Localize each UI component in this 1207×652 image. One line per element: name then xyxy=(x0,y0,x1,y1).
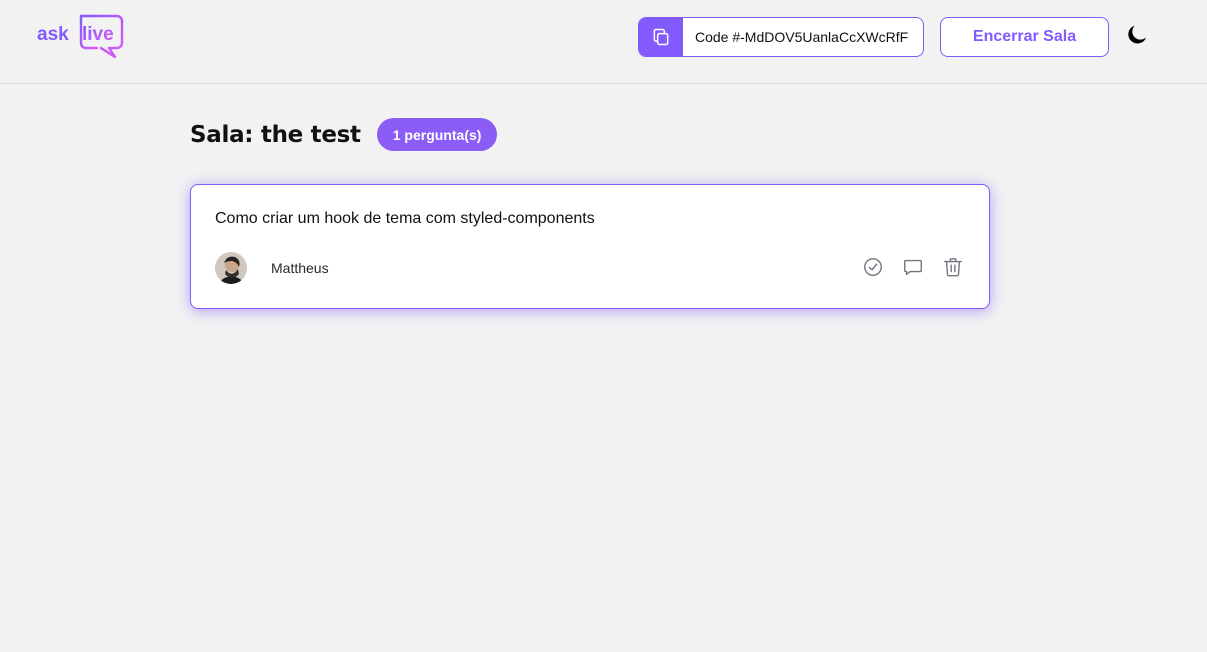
logo-graphic: ask live xyxy=(37,14,124,59)
close-room-button[interactable]: Encerrar Sala xyxy=(940,17,1109,57)
theme-toggle[interactable] xyxy=(1124,22,1150,48)
question-author: Mattheus xyxy=(215,252,329,284)
room-title: Sala: the test xyxy=(190,121,361,148)
ask-live-logo[interactable]: ask live xyxy=(37,13,127,61)
question-card: Como criar um hook de tema com styled-co… xyxy=(190,184,990,309)
question-actions xyxy=(861,255,965,279)
check-circle-icon xyxy=(864,258,882,276)
copy-icon xyxy=(653,28,669,46)
room-title-row: Sala: the test 1 pergunta(s) xyxy=(190,118,498,151)
question-content: Como criar um hook de tema com styled-co… xyxy=(215,210,595,227)
author-name: Mattheus xyxy=(271,260,329,276)
answer-icon xyxy=(904,259,922,276)
logo-word-live: live xyxy=(82,24,114,45)
logo-word-ask: ask xyxy=(37,24,69,45)
avatar xyxy=(215,252,247,284)
moon-icon xyxy=(1128,25,1147,44)
top-bar: ask live Code #-MdDOV5UanlaCcXWcRfF Ence… xyxy=(0,0,1207,84)
room-code-button[interactable]: Code #-MdDOV5UanlaCcXWcRfF xyxy=(638,17,924,57)
mark-answered-button[interactable] xyxy=(861,255,885,279)
delete-question-button[interactable] xyxy=(941,255,965,279)
copy-button[interactable] xyxy=(639,18,683,56)
room-code-text: Code #-MdDOV5UanlaCcXWcRfF xyxy=(695,29,909,45)
question-count-badge: 1 pergunta(s) xyxy=(376,118,498,151)
trash-icon xyxy=(944,258,962,277)
highlight-question-button[interactable] xyxy=(901,255,925,279)
